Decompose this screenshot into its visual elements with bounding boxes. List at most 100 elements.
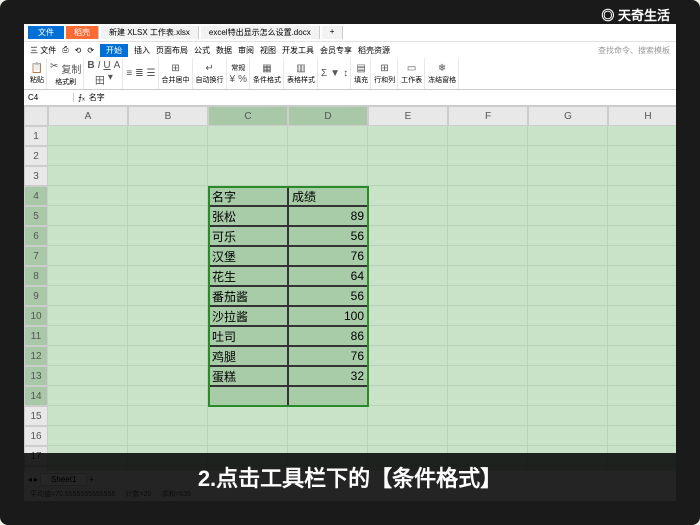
row-header-3[interactable]: 3 [24,166,48,186]
cell-C5[interactable]: 张松 [208,206,288,226]
cut-icon[interactable]: ✂ [50,61,58,76]
cell-D5[interactable]: 89 [288,206,368,226]
cell-H5[interactable] [608,206,676,226]
cell-B3[interactable] [128,166,208,186]
worksheet-button[interactable]: 工作表 [401,75,422,85]
bold-button[interactable]: B [87,60,94,71]
cell-F13[interactable] [448,366,528,386]
cell-D4[interactable]: 成绩 [288,186,368,206]
cell-E6[interactable] [368,226,448,246]
cell-H14[interactable] [608,386,676,406]
cell-G14[interactable] [528,386,608,406]
cell-F4[interactable] [448,186,528,206]
cell-G12[interactable] [528,346,608,366]
cell-H12[interactable] [608,346,676,366]
font-color-icon[interactable]: ▾ [108,72,113,87]
fx-icon[interactable]: ⨍ₓ [78,93,85,102]
cell-C2[interactable] [208,146,288,166]
cell-F16[interactable] [448,426,528,446]
cell-A15[interactable] [48,406,128,426]
freeze-button[interactable]: 冻结窗格 [428,75,456,85]
cell-B5[interactable] [128,206,208,226]
menu-dev[interactable]: 开发工具 [282,45,314,56]
merge-icon[interactable]: ⊞ [171,63,179,74]
cell-C7[interactable]: 汉堡 [208,246,288,266]
cell-F9[interactable] [448,286,528,306]
cell-A6[interactable] [48,226,128,246]
menu-insert[interactable]: 插入 [134,45,150,56]
cell-H15[interactable] [608,406,676,426]
table-style-icon[interactable]: ▥ [296,63,305,74]
cell-B16[interactable] [128,426,208,446]
cell-B13[interactable] [128,366,208,386]
col-header-D[interactable]: D [288,106,368,126]
cell-F1[interactable] [448,126,528,146]
cell-C12[interactable]: 鸡腿 [208,346,288,366]
formula-input[interactable]: 名字 [89,92,105,103]
cell-G2[interactable] [528,146,608,166]
undo-icon[interactable]: ⟲ [75,46,82,55]
cell-E14[interactable] [368,386,448,406]
cell-D6[interactable]: 56 [288,226,368,246]
cell-H4[interactable] [608,186,676,206]
cell-E9[interactable] [368,286,448,306]
col-header-B[interactable]: B [128,106,208,126]
cell-C16[interactable] [208,426,288,446]
cell-F8[interactable] [448,266,528,286]
paste-icon[interactable]: 📋 [31,63,43,74]
cell-D15[interactable] [288,406,368,426]
worksheet-icon[interactable]: ▭ [407,63,416,74]
align-left-icon[interactable]: ≡ [126,68,132,79]
name-box[interactable]: C4 [24,93,74,102]
cell-A16[interactable] [48,426,128,446]
row-header-15[interactable]: 15 [24,406,48,426]
cell-C4[interactable]: 名字 [208,186,288,206]
cell-A5[interactable] [48,206,128,226]
fill-icon[interactable]: ▤ [356,63,365,74]
cell-C3[interactable] [208,166,288,186]
cell-A14[interactable] [48,386,128,406]
cell-B8[interactable] [128,266,208,286]
cell-H8[interactable] [608,266,676,286]
cell-A9[interactable] [48,286,128,306]
save-icon[interactable]: ⎙ [62,45,68,55]
cell-C9[interactable]: 番茄酱 [208,286,288,306]
cond-format-button[interactable]: 条件格式 [253,75,281,85]
cell-F2[interactable] [448,146,528,166]
row-header-2[interactable]: 2 [24,146,48,166]
row-header-9[interactable]: 9 [24,286,48,306]
wrap-button[interactable]: 自动换行 [196,75,224,85]
row-col-button[interactable]: 行和列 [374,75,395,85]
cell-B11[interactable] [128,326,208,346]
cell-A8[interactable] [48,266,128,286]
col-header-A[interactable]: A [48,106,128,126]
row-header-7[interactable]: 7 [24,246,48,266]
cell-B15[interactable] [128,406,208,426]
cell-D3[interactable] [288,166,368,186]
menu-formula[interactable]: 公式 [194,45,210,56]
italic-button[interactable]: I [98,60,101,71]
doc-tab-a[interactable]: 稻壳 [66,26,99,39]
cell-C8[interactable]: 花生 [208,266,288,286]
col-header-E[interactable]: E [368,106,448,126]
row-header-12[interactable]: 12 [24,346,48,366]
cell-B9[interactable] [128,286,208,306]
cell-G4[interactable] [528,186,608,206]
cell-F10[interactable] [448,306,528,326]
cell-B10[interactable] [128,306,208,326]
cell-E2[interactable] [368,146,448,166]
row-header-11[interactable]: 11 [24,326,48,346]
cell-C10[interactable]: 沙拉酱 [208,306,288,326]
menu-view[interactable]: 视图 [260,45,276,56]
cell-A2[interactable] [48,146,128,166]
menu-layout[interactable]: 页面布局 [156,45,188,56]
col-header-C[interactable]: C [208,106,288,126]
cell-B7[interactable] [128,246,208,266]
align-center-icon[interactable]: ≣ [135,68,143,79]
cell-C1[interactable] [208,126,288,146]
cell-G10[interactable] [528,306,608,326]
cell-E3[interactable] [368,166,448,186]
cell-E13[interactable] [368,366,448,386]
cell-G9[interactable] [528,286,608,306]
cell-G5[interactable] [528,206,608,226]
